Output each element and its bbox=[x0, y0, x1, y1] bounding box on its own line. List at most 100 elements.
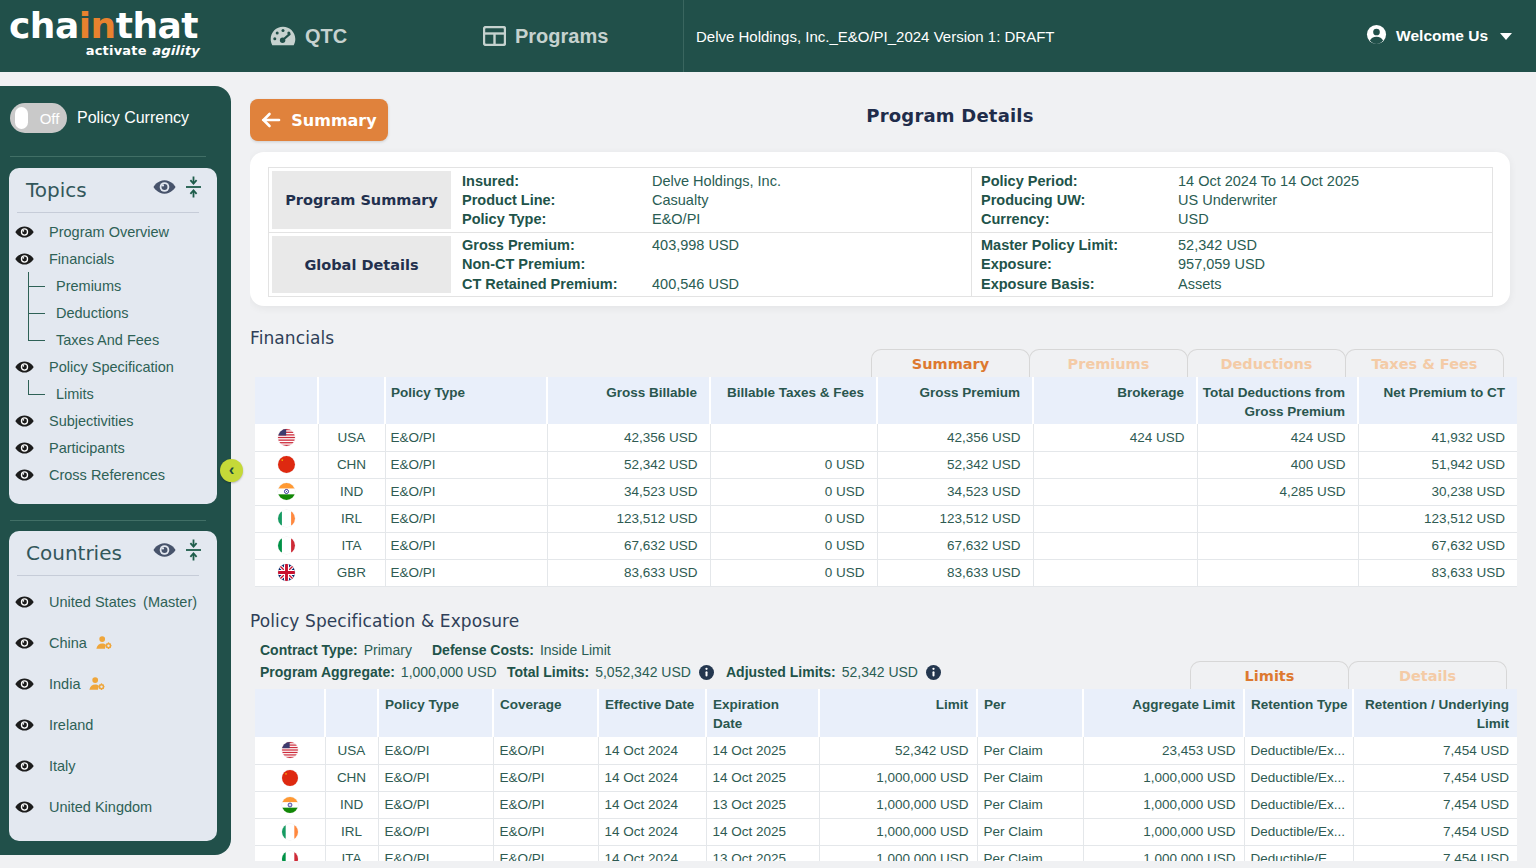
cell-aggregate-limit: 1,000,000 USD bbox=[1083, 791, 1244, 818]
tab-summary[interactable]: Summary bbox=[871, 349, 1030, 377]
cell-flag bbox=[255, 532, 318, 559]
table-icon bbox=[483, 26, 506, 46]
cell-policy-type: E&O/PI bbox=[385, 478, 547, 505]
sidebar-collapse-button[interactable]: ‹ bbox=[220, 459, 243, 482]
col-per: Per bbox=[977, 689, 1083, 737]
user-gear-icon bbox=[95, 635, 113, 650]
cell-limit: 1,000,000 USD bbox=[819, 845, 977, 861]
sidebar-item-policy-specification[interactable]: Policy Specification bbox=[9, 353, 217, 380]
cell-expiration-date: 14 Oct 2025 bbox=[706, 764, 819, 791]
sidebar-item-financials[interactable]: Financials bbox=[9, 245, 217, 272]
sidebar-item-participants[interactable]: Participants bbox=[9, 434, 217, 461]
eye-icon[interactable] bbox=[152, 176, 177, 202]
sidebar-item-taxes-and-fees[interactable]: Taxes And Fees bbox=[9, 326, 217, 353]
limits-row[interactable]: IRL E&O/PI E&O/PI 14 Oct 2024 14 Oct 202… bbox=[255, 818, 1517, 845]
cell-gross-premium: 67,632 USD bbox=[877, 532, 1033, 559]
sidebar-item-premiums[interactable]: Premiums bbox=[9, 272, 217, 299]
nav-item-qtc[interactable]: QTC bbox=[270, 0, 347, 72]
contract-type-label: Contract Type: bbox=[260, 642, 358, 658]
sidebar-item-subjectivities[interactable]: Subjectivities bbox=[9, 407, 217, 434]
sidebar-item-china[interactable]: China bbox=[9, 622, 217, 663]
col-policy-type: Policy Type bbox=[378, 689, 493, 737]
cell-effective-date: 14 Oct 2024 bbox=[598, 818, 706, 845]
cell-effective-date: 14 Oct 2024 bbox=[598, 845, 706, 861]
financials-row[interactable]: CHN E&O/PI 52,342 USD 0 USD 52,342 USD 4… bbox=[255, 451, 1517, 478]
insured-label: Insured: bbox=[462, 173, 652, 189]
topics-items: Program Overview Financials Premiums Ded… bbox=[9, 218, 217, 488]
tab-deductions[interactable]: Deductions bbox=[1187, 349, 1346, 377]
financials-row[interactable]: IRL E&O/PI 123,512 USD 0 USD 123,512 USD… bbox=[255, 505, 1517, 532]
eye-icon[interactable] bbox=[14, 413, 35, 429]
sidebar-item-limits[interactable]: Limits bbox=[9, 380, 217, 407]
policy-type-value: E&O/PI bbox=[652, 211, 700, 227]
eye-icon[interactable] bbox=[14, 440, 35, 456]
toolbar: Summary Program Details bbox=[250, 99, 1512, 141]
sidebar-item-italy[interactable]: Italy bbox=[9, 745, 217, 786]
cell-retention-underlying-limit: 7,454 USD bbox=[1353, 791, 1517, 818]
cell-policy-type: E&O/PI bbox=[378, 845, 493, 861]
info-icon[interactable] bbox=[699, 665, 714, 680]
eye-icon[interactable] bbox=[14, 676, 35, 692]
cell-billable-taxes-fees bbox=[710, 424, 877, 451]
financials-row[interactable]: USA E&O/PI 42,356 USD 42,356 USD 424 USD… bbox=[255, 424, 1517, 451]
tab-taxes-fees[interactable]: Taxes & Fees bbox=[1345, 349, 1504, 377]
cell-country-code: IRL bbox=[325, 818, 378, 845]
tab-premiums[interactable]: Premiums bbox=[1029, 349, 1188, 377]
financials-row[interactable]: ITA E&O/PI 67,632 USD 0 USD 67,632 USD 6… bbox=[255, 532, 1517, 559]
sidebar-item-deductions[interactable]: Deductions bbox=[9, 299, 217, 326]
limits-table: Policy Type Coverage Effective Date Expi… bbox=[255, 689, 1517, 861]
cell-expiration-date: 13 Oct 2025 bbox=[706, 791, 819, 818]
cell-flag bbox=[255, 791, 325, 818]
eye-icon[interactable] bbox=[14, 224, 35, 240]
sidebar-item-india[interactable]: India bbox=[9, 663, 217, 704]
user-menu[interactable]: Welcome Us bbox=[1366, 0, 1512, 72]
eye-icon[interactable] bbox=[152, 539, 177, 565]
nav-item-programs[interactable]: Programs bbox=[483, 0, 608, 72]
limits-row[interactable]: USA E&O/PI E&O/PI 14 Oct 2024 14 Oct 202… bbox=[255, 737, 1517, 764]
cell-net-premium-to-ct: 67,632 USD bbox=[1358, 532, 1517, 559]
eye-icon[interactable] bbox=[14, 359, 35, 375]
tab-limits[interactable]: Limits bbox=[1190, 661, 1349, 689]
sidebar-item-ireland[interactable]: Ireland bbox=[9, 704, 217, 745]
master-policy-limit-label: Master Policy Limit: bbox=[981, 237, 1178, 253]
sidebar-item-united-states[interactable]: United States(Master) bbox=[9, 581, 217, 622]
eye-icon[interactable] bbox=[14, 799, 35, 815]
master-policy-limit-value: 52,342 USD bbox=[1178, 237, 1257, 253]
policy-currency-toggle[interactable]: Off bbox=[10, 103, 67, 133]
cell-country-code: USA bbox=[318, 424, 385, 451]
cell-aggregate-limit: 23,453 USD bbox=[1083, 737, 1244, 764]
cell-brokerage bbox=[1033, 559, 1197, 586]
eye-icon[interactable] bbox=[14, 467, 35, 483]
program-aggregate-label: Program Aggregate: bbox=[260, 664, 395, 680]
cell-net-premium-to-ct: 41,932 USD bbox=[1358, 424, 1517, 451]
tab-details[interactable]: Details bbox=[1348, 661, 1507, 689]
financials-row[interactable]: GBR E&O/PI 83,633 USD 0 USD 83,633 USD 8… bbox=[255, 559, 1517, 586]
chainthat-logo[interactable]: chainthat activate agility bbox=[9, 8, 199, 58]
program-details-table: Program Summary Insured:Delve Holdings, … bbox=[268, 167, 1493, 297]
compress-vertical-icon[interactable] bbox=[185, 175, 202, 203]
field-line: Master Policy Limit:52,342 USD bbox=[981, 235, 1492, 254]
compress-vertical-icon[interactable] bbox=[185, 538, 202, 566]
info-icon[interactable] bbox=[926, 665, 941, 680]
financials-row[interactable]: IND E&O/PI 34,523 USD 0 USD 34,523 USD 4… bbox=[255, 478, 1517, 505]
cell-retention-type: Deductible/Ex... bbox=[1244, 818, 1353, 845]
cell-total-deductions bbox=[1197, 505, 1358, 532]
eye-icon[interactable] bbox=[14, 594, 35, 610]
eye-icon[interactable] bbox=[14, 251, 35, 267]
financials-tabs: Summary Premiums Deductions Taxes & Fees bbox=[871, 349, 1504, 377]
sidebar-item-program-overview[interactable]: Program Overview bbox=[9, 218, 217, 245]
policy-currency-label: Policy Currency bbox=[77, 109, 189, 127]
user-gear-icon bbox=[88, 676, 106, 691]
sidebar-item-united-kingdom[interactable]: United Kingdom bbox=[9, 786, 217, 827]
eye-icon[interactable] bbox=[14, 635, 35, 651]
cell-gross-premium: 83,633 USD bbox=[877, 559, 1033, 586]
cell-limit: 1,000,000 USD bbox=[819, 791, 977, 818]
limits-row[interactable]: IND E&O/PI E&O/PI 14 Oct 2024 13 Oct 202… bbox=[255, 791, 1517, 818]
limits-row[interactable]: ITA E&O/PI E&O/PI 14 Oct 2024 13 Oct 202… bbox=[255, 845, 1517, 861]
eye-icon[interactable] bbox=[14, 758, 35, 774]
back-to-summary-button[interactable]: Summary bbox=[250, 99, 388, 141]
eye-icon[interactable] bbox=[14, 717, 35, 733]
sidebar-item-cross-references[interactable]: Cross References bbox=[9, 461, 217, 488]
cell-coverage: E&O/PI bbox=[493, 845, 598, 861]
limits-row[interactable]: CHN E&O/PI E&O/PI 14 Oct 2024 14 Oct 202… bbox=[255, 764, 1517, 791]
